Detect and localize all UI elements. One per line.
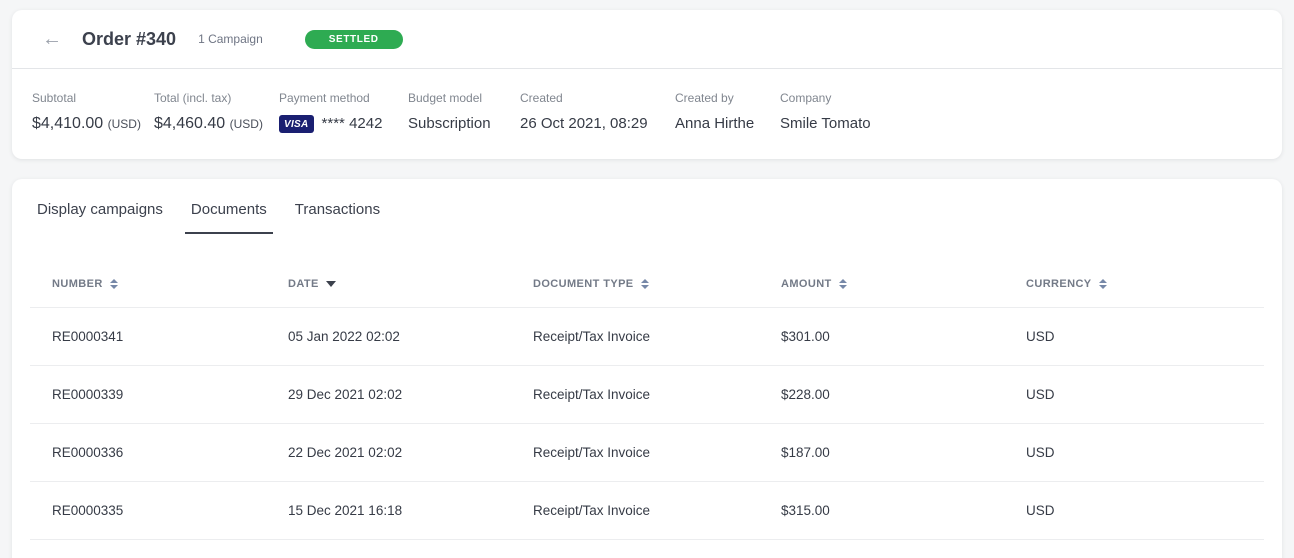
- cell-document-type: Receipt/Tax Invoice: [511, 445, 759, 460]
- visa-card-icon: VISA: [279, 115, 314, 133]
- company-field: Company Smile Tomato: [780, 91, 871, 132]
- documents-table: NUMBER DATE DOCUMENT TYPE AMOUNT CURRENC…: [30, 260, 1264, 540]
- cell-amount: $228.00: [759, 387, 1004, 402]
- budget-model-field: Budget model Subscription: [408, 91, 520, 132]
- total-currency: (USD): [230, 117, 263, 131]
- table-row[interactable]: RE0000339 29 Dec 2021 02:02 Receipt/Tax …: [30, 366, 1264, 424]
- cell-number: RE0000339: [30, 387, 266, 402]
- column-header-document-type[interactable]: DOCUMENT TYPE: [511, 278, 759, 290]
- tab-display-campaigns[interactable]: Display campaigns: [31, 201, 169, 234]
- table-row[interactable]: RE0000335 15 Dec 2021 16:18 Receipt/Tax …: [30, 482, 1264, 540]
- sort-desc-icon: [326, 281, 336, 287]
- column-label: NUMBER: [52, 278, 103, 290]
- cell-date: 29 Dec 2021 02:02: [266, 387, 511, 402]
- subtotal-currency: (USD): [108, 117, 141, 131]
- created-by-field: Created by Anna Hirthe: [675, 91, 780, 132]
- company-value: Smile Tomato: [780, 115, 871, 132]
- order-summary-card: ← Order #340 1 Campaign SETTLED Subtotal…: [12, 10, 1282, 159]
- cell-document-type: Receipt/Tax Invoice: [511, 503, 759, 518]
- sort-icon: [641, 279, 649, 289]
- subtotal-field: Subtotal $4,410.00 (USD): [32, 91, 154, 133]
- sort-icon: [110, 279, 118, 289]
- total-value: $4,460.40: [154, 115, 225, 132]
- cell-date: 15 Dec 2021 16:18: [266, 503, 511, 518]
- sort-icon: [1099, 279, 1107, 289]
- column-header-currency[interactable]: CURRENCY: [1004, 278, 1264, 290]
- column-header-amount[interactable]: AMOUNT: [759, 278, 1004, 290]
- summary-row: Subtotal $4,410.00 (USD) Total (incl. ta…: [12, 69, 1282, 159]
- cell-currency: USD: [1004, 387, 1264, 402]
- column-label: AMOUNT: [781, 278, 832, 290]
- cell-date: 05 Jan 2022 02:02: [266, 329, 511, 344]
- payment-method-label: Payment method: [279, 91, 408, 105]
- cell-amount: $301.00: [759, 329, 1004, 344]
- cell-amount: $315.00: [759, 503, 1004, 518]
- tab-bar: Display campaigns Documents Transactions: [12, 179, 1282, 234]
- cell-number: RE0000335: [30, 503, 266, 518]
- cell-currency: USD: [1004, 329, 1264, 344]
- sort-icon: [839, 279, 847, 289]
- back-arrow-icon[interactable]: ←: [42, 29, 62, 49]
- card-number: **** 4242: [322, 115, 383, 132]
- order-details-card: Display campaigns Documents Transactions…: [12, 179, 1282, 558]
- total-field: Total (incl. tax) $4,460.40 (USD): [154, 91, 279, 133]
- column-label: DOCUMENT TYPE: [533, 278, 634, 290]
- cell-document-type: Receipt/Tax Invoice: [511, 329, 759, 344]
- cell-document-type: Receipt/Tax Invoice: [511, 387, 759, 402]
- payment-method-field: Payment method VISA **** 4242: [279, 91, 408, 133]
- total-label: Total (incl. tax): [154, 91, 279, 105]
- table-row[interactable]: RE0000336 22 Dec 2021 02:02 Receipt/Tax …: [30, 424, 1264, 482]
- budget-model-value: Subscription: [408, 115, 520, 132]
- cell-currency: USD: [1004, 445, 1264, 460]
- table-row[interactable]: RE0000341 05 Jan 2022 02:02 Receipt/Tax …: [30, 308, 1264, 366]
- created-by-label: Created by: [675, 91, 780, 105]
- created-value: 26 Oct 2021, 08:29: [520, 115, 675, 132]
- subtotal-label: Subtotal: [32, 91, 154, 105]
- created-by-value: Anna Hirthe: [675, 115, 780, 132]
- cell-amount: $187.00: [759, 445, 1004, 460]
- column-header-date[interactable]: DATE: [266, 278, 511, 290]
- tab-transactions[interactable]: Transactions: [289, 201, 386, 234]
- cell-currency: USD: [1004, 503, 1264, 518]
- cell-number: RE0000341: [30, 329, 266, 344]
- budget-model-label: Budget model: [408, 91, 520, 105]
- created-label: Created: [520, 91, 675, 105]
- table-header-row: NUMBER DATE DOCUMENT TYPE AMOUNT CURRENC…: [30, 260, 1264, 308]
- subtotal-value: $4,410.00: [32, 115, 103, 132]
- created-field: Created 26 Oct 2021, 08:29: [520, 91, 675, 132]
- cell-number: RE0000336: [30, 445, 266, 460]
- campaign-count: 1 Campaign: [198, 32, 263, 46]
- order-header: ← Order #340 1 Campaign SETTLED: [12, 10, 1282, 68]
- tab-documents[interactable]: Documents: [185, 201, 273, 234]
- column-label: DATE: [288, 278, 319, 290]
- status-badge: SETTLED: [305, 30, 403, 49]
- column-label: CURRENCY: [1026, 278, 1092, 290]
- cell-date: 22 Dec 2021 02:02: [266, 445, 511, 460]
- column-header-number[interactable]: NUMBER: [30, 278, 266, 290]
- company-label: Company: [780, 91, 871, 105]
- page-title: Order #340: [82, 29, 176, 50]
